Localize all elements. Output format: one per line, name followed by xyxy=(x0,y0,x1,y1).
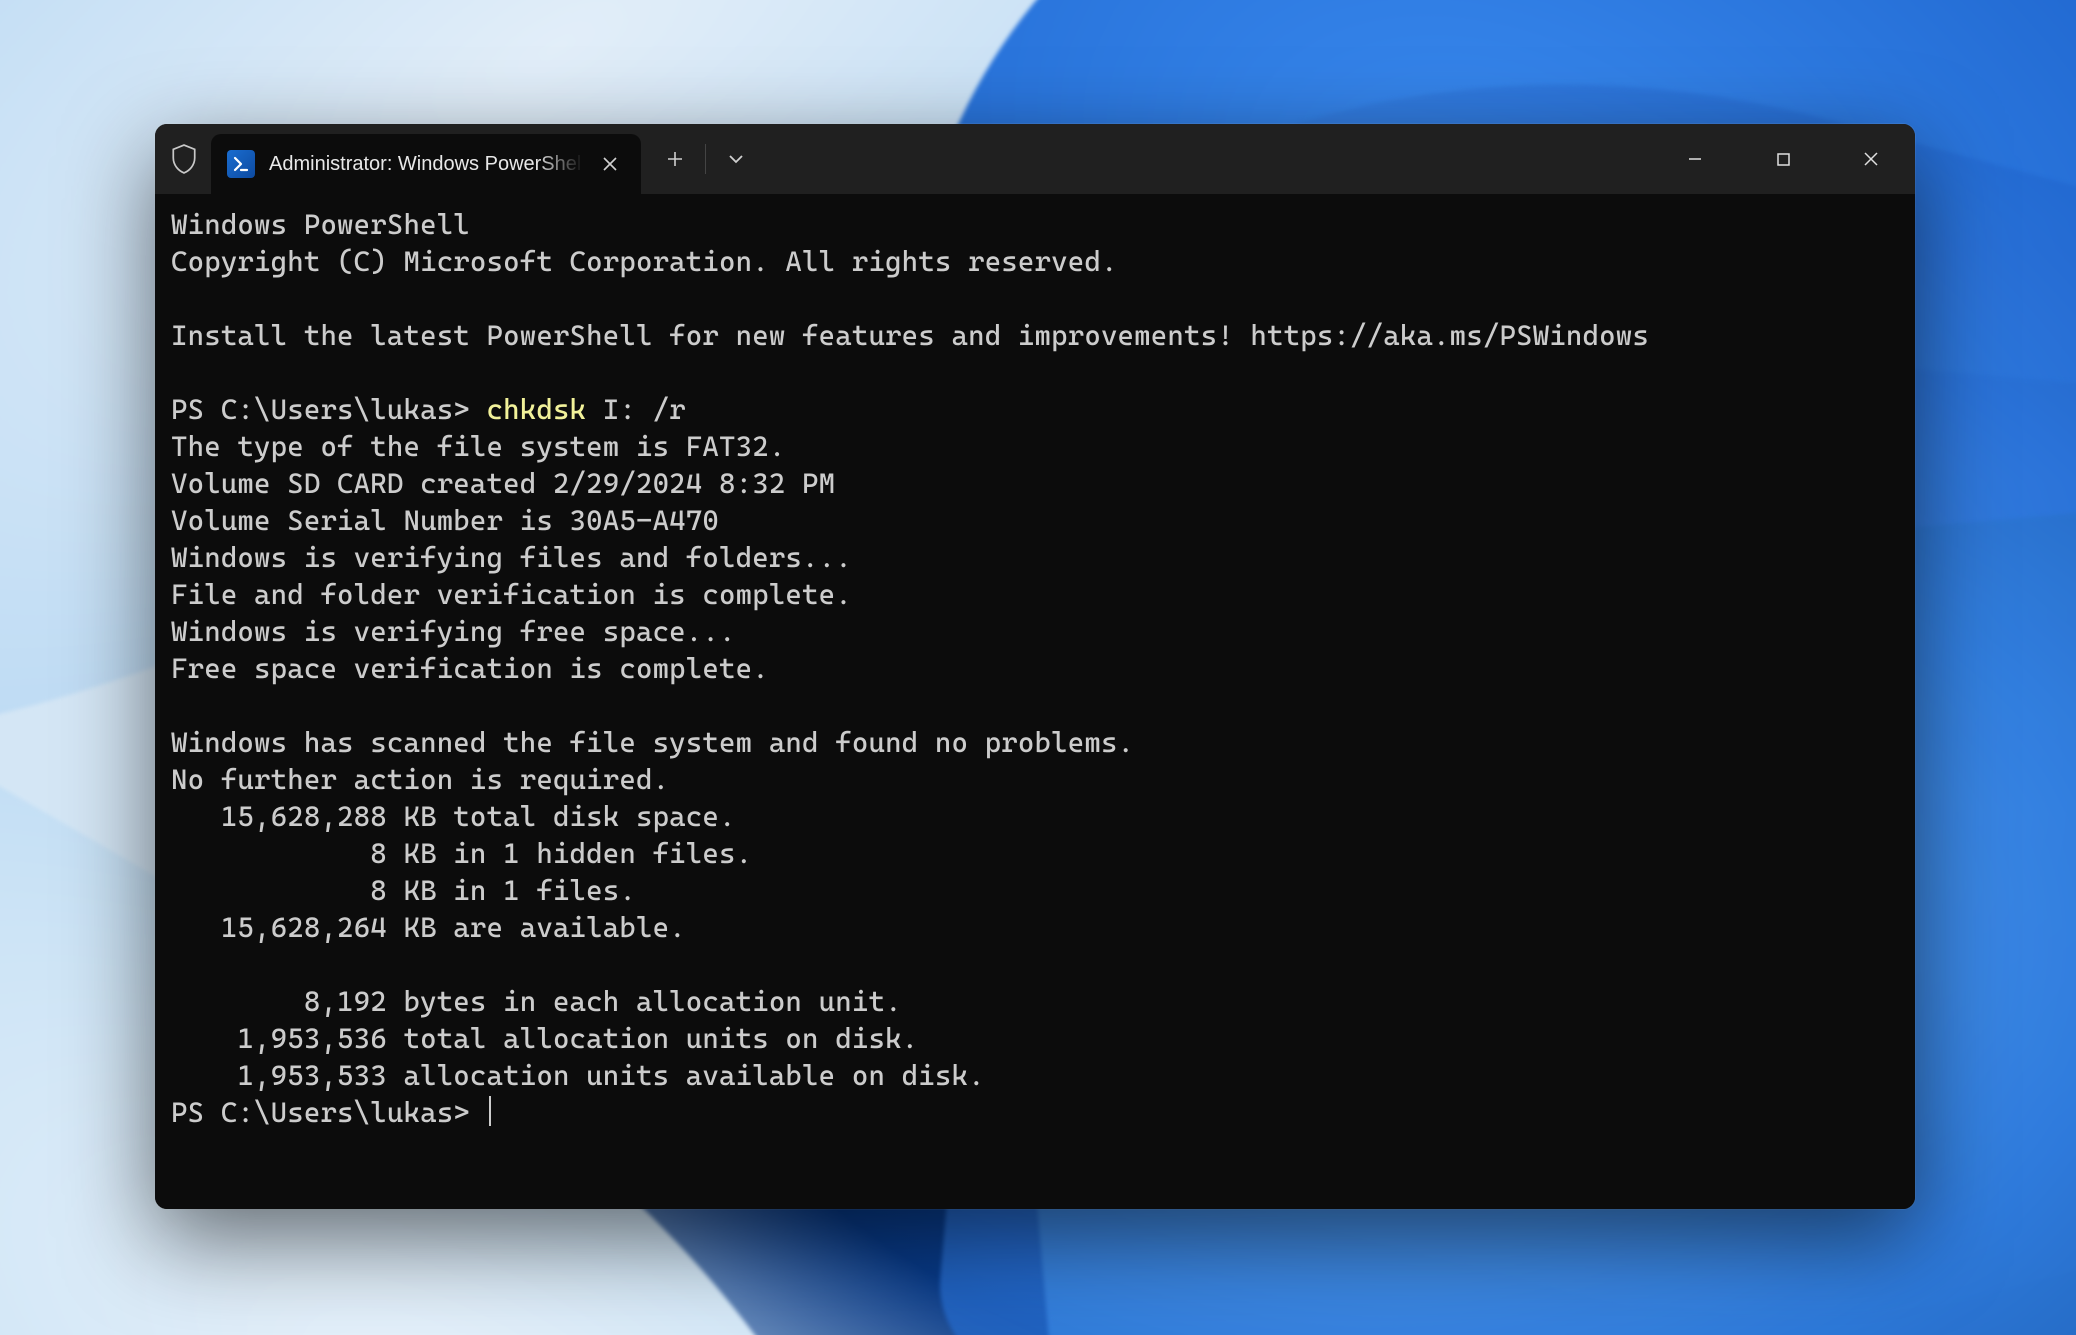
banner-line: Copyright (C) Microsoft Corporation. All… xyxy=(171,245,1118,278)
active-tab[interactable]: Administrator: Windows PowerShell xyxy=(211,134,641,194)
output-line: 1,953,536 total allocation units on disk… xyxy=(171,1022,918,1055)
window-controls xyxy=(1651,124,1915,194)
maximize-button[interactable] xyxy=(1739,124,1827,194)
command-highlight: chkdsk xyxy=(487,393,587,426)
output-line: 8 KB in 1 files. xyxy=(171,874,636,907)
output-line: No further action is required. xyxy=(171,763,669,796)
titlebar-left: Administrator: Windows PowerShell xyxy=(155,124,762,194)
output-line: Windows is verifying files and folders..… xyxy=(171,541,852,574)
terminal-output[interactable]: Windows PowerShell Copyright (C) Microso… xyxy=(155,194,1915,1209)
close-window-button[interactable] xyxy=(1827,124,1915,194)
output-line: 15,628,264 KB are available. xyxy=(171,911,686,944)
minimize-button[interactable] xyxy=(1651,124,1739,194)
output-line: File and folder verification is complete… xyxy=(171,578,852,611)
plus-icon xyxy=(666,150,684,168)
tab-dropdown-button[interactable] xyxy=(710,135,762,183)
prompt: PS C:\Users\lukas> xyxy=(171,393,487,426)
minimize-icon xyxy=(1687,151,1703,167)
output-line: Volume SD CARD created 2/29/2024 8:32 PM xyxy=(171,467,835,500)
output-line: 15,628,288 KB total disk space. xyxy=(171,800,736,833)
prompt: PS C:\Users\lukas> xyxy=(171,1096,487,1129)
output-line: The type of the file system is FAT32. xyxy=(171,430,785,463)
maximize-icon xyxy=(1776,152,1791,167)
output-line: 1,953,533 allocation units available on … xyxy=(171,1059,985,1092)
titlebar[interactable]: Administrator: Windows PowerShell xyxy=(155,124,1915,194)
divider xyxy=(705,144,706,174)
output-line: 8,192 bytes in each allocation unit. xyxy=(171,985,902,1018)
output-line: 8 KB in 1 hidden files. xyxy=(171,837,752,870)
powershell-icon xyxy=(227,150,255,178)
output-line: Windows is verifying free space... xyxy=(171,615,736,648)
output-line: Free space verification is complete. xyxy=(171,652,769,685)
terminal-window: Administrator: Windows PowerShell xyxy=(155,124,1915,1209)
banner-line: Windows PowerShell xyxy=(171,208,470,241)
output-line: Windows has scanned the file system and … xyxy=(171,726,1134,759)
close-icon xyxy=(602,156,618,172)
cursor xyxy=(489,1096,491,1126)
tab-close-button[interactable] xyxy=(597,151,623,177)
close-icon xyxy=(1863,151,1879,167)
output-line: Volume Serial Number is 30A5-A470 xyxy=(171,504,719,537)
shield-icon xyxy=(171,144,197,174)
tab-title: Administrator: Windows PowerShell xyxy=(269,153,583,176)
chevron-down-icon xyxy=(727,153,745,165)
command-args: I: /r xyxy=(586,393,686,426)
install-message: Install the latest PowerShell for new fe… xyxy=(171,319,1649,352)
new-tab-button[interactable] xyxy=(649,135,701,183)
titlebar-drag-region[interactable] xyxy=(762,124,1651,194)
tab-controls xyxy=(649,135,762,183)
